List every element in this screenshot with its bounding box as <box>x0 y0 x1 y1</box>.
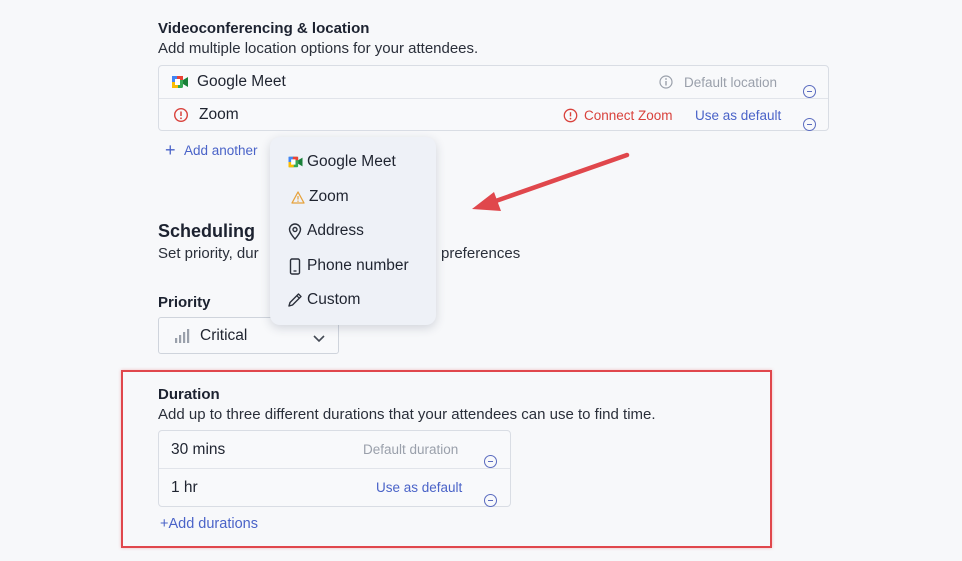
remove-duration-button[interactable] <box>484 493 497 507</box>
duration-option-1-hr: 1 hr Use as default <box>159 469 510 507</box>
duration-title: Duration <box>158 386 220 403</box>
scheduling-title: Scheduling <box>158 221 256 241</box>
location-subtitle: Add multiple location options for your a… <box>158 40 479 57</box>
default-location-status: Default location <box>684 75 778 90</box>
pencil-icon <box>286 291 304 309</box>
alert-circle-icon <box>173 107 189 123</box>
location-option-zoom: Zoom Connect Zoom Use as default <box>159 99 828 132</box>
location-option-google-meet: Google Meet Default location <box>159 66 828 99</box>
google-meet-icon <box>171 74 189 90</box>
annotation-arrow <box>472 152 630 211</box>
location-title: Videoconferencing & location <box>158 20 370 37</box>
duration-subtitle: Add up to three different durations that… <box>158 406 656 423</box>
scheduling-subtitle-left: Set priority, dur <box>158 245 259 262</box>
google-meet-icon <box>286 153 304 171</box>
add-another-label: Add another <box>184 142 258 158</box>
menu-item-label: Address <box>307 222 364 239</box>
signal-bars-icon <box>174 329 190 343</box>
menu-item-zoom[interactable]: Zoom <box>270 183 436 211</box>
remove-location-button[interactable] <box>803 84 816 98</box>
menu-item-label: Zoom <box>309 188 349 205</box>
duration-option-30-mins: 30 mins Default duration <box>159 431 510 469</box>
duration-option-label: 30 mins <box>171 441 226 458</box>
use-as-default-link[interactable]: Use as default <box>376 480 462 495</box>
menu-item-label: Custom <box>307 291 361 308</box>
menu-item-custom[interactable]: Custom <box>270 286 436 314</box>
priority-value: Critical <box>200 327 248 344</box>
menu-item-phone-number[interactable]: Phone number <box>270 252 436 280</box>
use-as-default-link[interactable]: Use as default <box>695 108 781 123</box>
location-list: Google Meet Default location Zoom Connec… <box>158 65 829 131</box>
plus-icon: + <box>165 140 176 160</box>
remove-duration-button[interactable] <box>484 455 497 468</box>
duration-option-label: 1 hr <box>171 479 198 496</box>
remove-location-button[interactable] <box>803 118 816 131</box>
warning-triangle-icon <box>289 188 307 206</box>
menu-item-google-meet[interactable]: Google Meet <box>270 148 436 176</box>
location-option-label: Google Meet <box>197 73 286 90</box>
add-another-location-button[interactable]: + Add another <box>165 141 258 159</box>
alert-circle-icon <box>563 108 578 123</box>
chevron-down-icon <box>312 331 326 343</box>
menu-item-label: Phone number <box>307 257 409 274</box>
add-durations-button[interactable]: +Add durations <box>160 516 258 532</box>
menu-item-address[interactable]: Address <box>270 217 436 245</box>
map-pin-icon <box>286 222 304 240</box>
menu-item-label: Google Meet <box>307 153 396 170</box>
location-option-label: Zoom <box>199 106 239 123</box>
duration-list: 30 mins Default duration 1 hr Use as def… <box>158 430 511 507</box>
priority-label: Priority <box>158 294 211 311</box>
default-duration-status: Default duration <box>363 442 459 457</box>
info-icon <box>659 75 673 89</box>
phone-icon <box>286 257 304 275</box>
connect-zoom-link[interactable]: Connect Zoom <box>584 108 673 123</box>
scheduling-subtitle-right: preferences <box>441 245 521 262</box>
location-type-menu: Google Meet Zoom Address Phone number Cu… <box>270 137 436 325</box>
